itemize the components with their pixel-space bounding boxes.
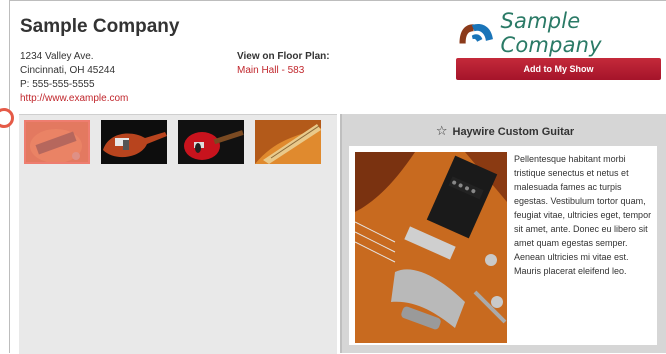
thumbnail-guitar-closeup[interactable] — [24, 120, 90, 164]
guitar-closeup-photo-icon — [26, 122, 88, 162]
orange-guitar-photo-icon — [355, 152, 507, 343]
phone-number: P: 555-555-5555 — [20, 79, 95, 90]
address-line-1: 1234 Valley Ave. — [20, 51, 94, 62]
gallery-pane — [19, 114, 337, 354]
product-description: Pellentesque habitant morbi tristique se… — [514, 154, 652, 276]
thumbnail-strip — [24, 120, 321, 164]
product-image — [355, 152, 507, 343]
company-title: Sample Company — [20, 16, 180, 37]
company-address: 1234 Valley Ave. Cincinnati, OH 45244 P:… — [20, 50, 128, 106]
detail-pane: ☆ Haywire Custom Guitar Pellentesque hab… — [340, 114, 666, 353]
website-link[interactable]: http://www.example.com — [20, 93, 128, 104]
red-guitar-photo-icon — [178, 120, 244, 164]
add-to-my-show-button[interactable]: Add to My Show — [456, 58, 661, 80]
favorite-star-icon[interactable]: ☆ — [436, 123, 448, 138]
guitar-fretboard-photo-icon — [255, 120, 321, 164]
thumbnail-black-guitar[interactable] — [101, 120, 167, 164]
floor-plan-link[interactable]: Main Hall - 583 — [237, 65, 304, 76]
product-title: Haywire Custom Guitar — [452, 126, 575, 138]
logo-text: Sample Company — [500, 9, 602, 57]
product-card: Pellentesque habitant morbi tristique se… — [349, 146, 657, 345]
detail-header: ☆ Haywire Custom Guitar — [342, 123, 666, 139]
floor-plan-heading: View on Floor Plan: — [237, 51, 330, 62]
thumbnail-red-guitar[interactable] — [178, 120, 244, 164]
floor-plan-section: View on Floor Plan: Main Hall - 583 — [237, 50, 330, 78]
logo-mark-icon — [459, 24, 493, 44]
address-line-2: Cincinnati, OH 45244 — [20, 65, 116, 76]
company-logo: Sample Company — [456, 9, 666, 57]
black-guitar-photo-icon — [101, 120, 167, 164]
thumbnail-guitar-fretboard[interactable] — [255, 120, 321, 164]
